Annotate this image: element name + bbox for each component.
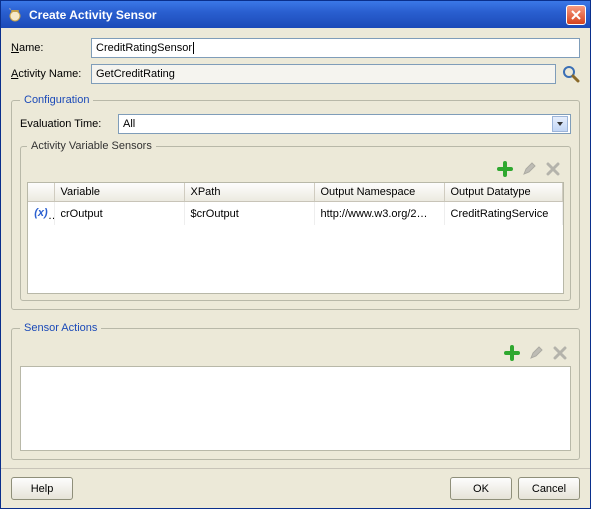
name-value: CreditRatingSensor xyxy=(96,42,192,54)
variable-sensors-group: Activity Variable Sensors xyxy=(20,140,571,301)
edit-action-button[interactable] xyxy=(527,344,545,362)
name-row: Name: CreditRatingSensor xyxy=(11,38,580,58)
col-namespace: Output Namespace xyxy=(314,183,444,202)
sensor-actions-group: Sensor Actions xyxy=(11,322,580,460)
vars-toolbar xyxy=(27,158,564,182)
add-action-button[interactable] xyxy=(503,344,521,362)
configuration-legend: Configuration xyxy=(20,94,93,106)
cell-namespace: http://www.w3.org/2… xyxy=(314,202,444,226)
col-xpath: XPath xyxy=(184,183,314,202)
add-variable-button[interactable] xyxy=(496,160,514,178)
text-caret xyxy=(193,42,194,54)
browse-activity-icon[interactable] xyxy=(562,65,580,83)
edit-variable-button[interactable] xyxy=(520,160,538,178)
name-input[interactable]: CreditRatingSensor xyxy=(91,38,580,58)
sensor-actions-legend: Sensor Actions xyxy=(20,322,101,334)
cell-datatype: CreditRatingService xyxy=(444,202,563,226)
chevron-down-icon xyxy=(552,116,568,132)
col-variable: Variable xyxy=(54,183,184,202)
col-datatype: Output Datatype xyxy=(444,183,563,202)
cancel-button[interactable]: Cancel xyxy=(518,477,580,500)
dialog-content: Name: CreditRatingSensor Activity Name: … xyxy=(1,28,590,468)
variable-table[interactable]: Variable XPath Output Namespace Output D… xyxy=(27,182,564,294)
ok-button[interactable]: OK xyxy=(450,477,512,500)
eval-time-value: All xyxy=(123,118,552,130)
col-icon xyxy=(28,183,54,202)
app-icon xyxy=(7,7,23,23)
table-row[interactable]: (x) crOutput $crOutput http://www.w3.org… xyxy=(28,202,563,226)
variable-sensors-legend: Activity Variable Sensors xyxy=(27,140,156,152)
eval-row: Evaluation Time: All xyxy=(20,114,571,134)
svg-text:(x): (x) xyxy=(34,207,48,219)
name-label: Name: xyxy=(11,42,85,54)
eval-time-combo[interactable]: All xyxy=(118,114,571,134)
cell-variable: crOutput xyxy=(54,202,184,226)
eval-label: Evaluation Time: xyxy=(20,118,112,130)
actions-toolbar xyxy=(20,342,571,366)
actions-list[interactable] xyxy=(20,366,571,451)
dialog-footer: Help OK Cancel xyxy=(1,468,590,508)
dialog-window: Create Activity Sensor Name: CreditRatin… xyxy=(0,0,591,509)
window-title: Create Activity Sensor xyxy=(29,8,566,22)
delete-variable-button[interactable] xyxy=(544,160,562,178)
delete-action-button[interactable] xyxy=(551,344,569,362)
configuration-group: Configuration Evaluation Time: All Activ… xyxy=(11,94,580,310)
table-header-row: Variable XPath Output Namespace Output D… xyxy=(28,183,563,202)
activity-input[interactable] xyxy=(91,64,556,84)
close-button[interactable] xyxy=(566,5,586,25)
activity-row: Activity Name: xyxy=(11,64,580,84)
cell-xpath: $crOutput xyxy=(184,202,314,226)
titlebar: Create Activity Sensor xyxy=(1,1,590,28)
help-button[interactable]: Help xyxy=(11,477,73,500)
activity-label: Activity Name: xyxy=(11,68,85,80)
variable-row-icon: (x) xyxy=(28,202,54,226)
